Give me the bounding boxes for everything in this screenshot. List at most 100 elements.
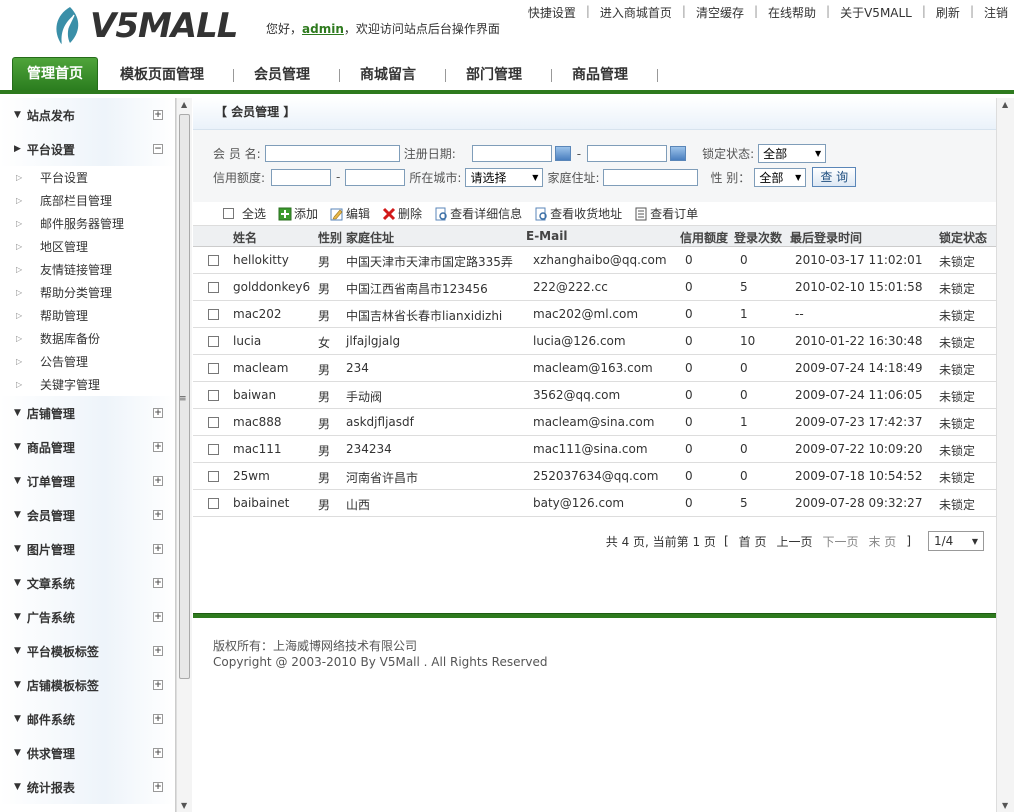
sidebar-group[interactable]: ▼ 会员管理 + (0, 498, 175, 532)
credit-max-input[interactable] (345, 168, 406, 186)
prev-page-link[interactable]: 上一页 (776, 533, 812, 550)
quick-settings-link[interactable]: 快捷设置 (528, 4, 576, 21)
sidebar-item[interactable]: ▷ 平台设置 (0, 166, 175, 189)
city-select[interactable]: 请选择 ▼ (465, 167, 544, 187)
scroll-up-arrow-icon[interactable]: ▲ (181, 100, 187, 109)
row-checkbox[interactable] (208, 390, 219, 401)
v5mall-logo[interactable]: V5MALL (48, 4, 238, 48)
sidebar-item[interactable]: ▷ 地区管理 (0, 235, 175, 258)
table-row[interactable]: baibainet 男 山西 baty@126.com 0 5 2009-07-28 09:… (193, 490, 996, 517)
expand-icon[interactable]: + (153, 442, 163, 452)
expand-icon[interactable]: + (153, 782, 163, 792)
expand-icon[interactable]: + (153, 510, 163, 520)
select-all-toggle[interactable]: 全选 (223, 205, 266, 222)
sidebar-item[interactable]: ▷ 公告管理 (0, 350, 175, 373)
row-checkbox[interactable] (208, 363, 219, 374)
query-button[interactable]: 查 询 (812, 167, 857, 187)
tab-products[interactable]: 商品管理 (552, 60, 658, 90)
lock-status-select[interactable]: 全部 ▼ (758, 144, 827, 163)
gender-select[interactable]: 全部 ▼ (754, 167, 807, 187)
reg-date-start-input[interactable] (471, 145, 552, 162)
sidebar-item[interactable]: ▷ 数据库备份 (0, 327, 175, 350)
view-orders-button[interactable]: 查看订单 (634, 205, 698, 222)
last-page-link[interactable]: 末 页 (868, 533, 896, 550)
main-scrollbar[interactable]: ▲ ▼ (996, 98, 1014, 812)
clear-cache-link[interactable]: 清空缓存 (696, 4, 744, 21)
member-name-input[interactable] (264, 145, 400, 162)
sidebar-item[interactable]: ▷ 邮件服务器管理 (0, 212, 175, 235)
tab-template-pages[interactable]: 模板页面管理 (98, 60, 234, 90)
row-checkbox[interactable] (208, 417, 219, 428)
page-select[interactable]: 1/4 ▼ (928, 531, 984, 551)
collapse-icon[interactable]: − (153, 144, 163, 154)
store-home-link[interactable]: 进入商城首页 (600, 4, 672, 21)
about-link[interactable]: 关于V5MALL (840, 4, 912, 21)
sidebar-item[interactable]: ▷ 底部栏目管理 (0, 189, 175, 212)
sidebar-item[interactable]: ▷ 友情链接管理 (0, 258, 175, 281)
tab-member-management[interactable]: 会员管理 (234, 60, 340, 90)
select-all-checkbox[interactable] (223, 208, 234, 219)
credit-min-input[interactable] (271, 168, 332, 186)
tab-store-messages[interactable]: 商城留言 (340, 60, 446, 90)
expand-icon[interactable]: + (153, 408, 163, 418)
scroll-down-arrow-icon[interactable]: ▼ (1002, 801, 1008, 810)
sidebar-group[interactable]: ▼ 广告系统 + (0, 600, 175, 634)
reg-date-end-input[interactable] (587, 145, 668, 162)
add-button[interactable]: 添加 (278, 205, 318, 222)
edit-button[interactable]: 编辑 (330, 205, 370, 222)
online-help-link[interactable]: 在线帮助 (768, 4, 816, 21)
logout-link[interactable]: 注销 (984, 4, 1008, 21)
expand-icon[interactable]: + (153, 612, 163, 622)
expand-icon[interactable]: + (153, 646, 163, 656)
sidebar-item[interactable]: ▷ 帮助管理 (0, 304, 175, 327)
table-row[interactable]: baiwan 男 手动阀 3562@qq.com 0 0 2009-07-24 11:06:… (193, 382, 996, 409)
table-row[interactable]: lucia 女 jlfajlgjalg lucia@126.com 0 10 2010-01… (193, 328, 996, 355)
sidebar-group[interactable]: ▼ 邮件系统 + (0, 702, 175, 736)
view-detail-button[interactable]: 查看详细信息 (434, 205, 522, 222)
row-checkbox[interactable] (208, 309, 219, 320)
table-row[interactable]: hellokitty 男 中国天津市天津市国定路335弄 xzhanghaibo@qq… (193, 247, 996, 274)
calendar-icon[interactable] (670, 146, 687, 161)
calendar-icon[interactable] (554, 146, 571, 161)
sidebar-group[interactable]: ▼ 统计报表 + (0, 770, 175, 804)
username-link[interactable]: admin (302, 22, 344, 36)
sidebar-group[interactable]: ▼ 商品管理 + (0, 430, 175, 464)
table-row[interactable]: mac888 男 askdjfljasdf macleam@sina.com 0 1 200… (193, 409, 996, 436)
next-page-link[interactable]: 下一页 (822, 533, 858, 550)
table-row[interactable]: macleam 男 234 macleam@163.com 0 0 2009-07-24 1… (193, 355, 996, 382)
table-row[interactable]: golddonkey6 男 中国江西省南昌市123456 222@222.cc 0 5 20… (193, 274, 996, 301)
sidebar-group[interactable]: ▼ 店铺模板标签 + (0, 668, 175, 702)
sidebar-group[interactable]: ▼ 平台模板标签 + (0, 634, 175, 668)
scroll-up-arrow-icon[interactable]: ▲ (1002, 100, 1008, 109)
row-checkbox[interactable] (208, 444, 219, 455)
sidebar-scrollbar[interactable]: ▲ ≡ ▼ (176, 98, 192, 812)
sidebar-item[interactable]: ▷ 帮助分类管理 (0, 281, 175, 304)
expand-icon[interactable]: + (153, 748, 163, 758)
sidebar-group[interactable]: ▼ 文章系统 + (0, 566, 175, 600)
refresh-link[interactable]: 刷新 (936, 4, 960, 21)
row-checkbox[interactable] (208, 498, 219, 509)
delete-button[interactable]: 删除 (382, 205, 422, 222)
sidebar-group[interactable]: ▼ 订单管理 + (0, 464, 175, 498)
sidebar-group[interactable]: ▶ 平台设置 − (0, 132, 175, 166)
table-row[interactable]: mac202 男 中国吉林省长春市lianxidizhi mac202@ml.com 0… (193, 301, 996, 328)
sidebar-group[interactable]: ▼ 图片管理 + (0, 532, 175, 566)
first-page-link[interactable]: 首 页 (739, 533, 767, 550)
expand-icon[interactable]: + (153, 110, 163, 120)
sidebar-item[interactable]: ▷ 关键字管理 (0, 373, 175, 396)
expand-icon[interactable]: + (153, 714, 163, 724)
expand-icon[interactable]: + (153, 476, 163, 486)
sidebar-group[interactable]: ▼ 店铺管理 + (0, 396, 175, 430)
row-checkbox[interactable] (208, 282, 219, 293)
view-address-button[interactable]: 查看收货地址 (534, 205, 622, 222)
address-input[interactable] (603, 168, 699, 186)
tab-admin-home[interactable]: 管理首页 (12, 57, 98, 90)
row-checkbox[interactable] (208, 255, 219, 266)
row-checkbox[interactable] (208, 471, 219, 482)
row-checkbox[interactable] (208, 336, 219, 347)
expand-icon[interactable]: + (153, 544, 163, 554)
table-row[interactable]: 25wm 男 河南省许昌市 252037634@qq.com 0 0 2009-07-18 … (193, 463, 996, 490)
sidebar-group[interactable]: ▼ 供求管理 + (0, 736, 175, 770)
expand-icon[interactable]: + (153, 680, 163, 690)
sidebar-group[interactable]: ▼ 站点发布 + (0, 98, 175, 132)
